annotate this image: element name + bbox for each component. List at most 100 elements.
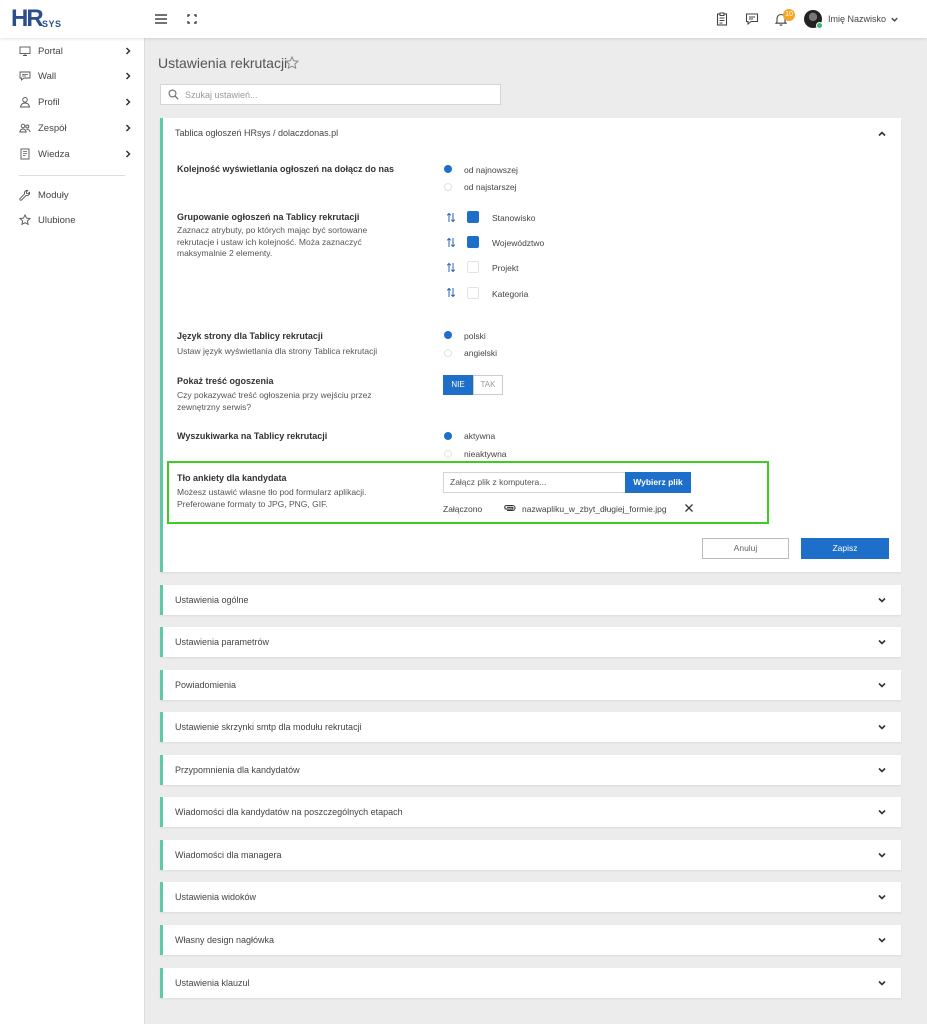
save-button[interactable]: Zapisz	[801, 538, 889, 559]
search-engine-radio-inactive[interactable]	[444, 450, 452, 458]
clipboard-icon[interactable]	[714, 11, 730, 27]
sidebar-item-zespol[interactable]: Zespół	[0, 117, 145, 139]
order-radio-newest[interactable]	[444, 165, 452, 173]
team-icon	[19, 122, 31, 134]
sidebar-item-profil[interactable]: Profil	[0, 91, 145, 113]
section-wiadomosci-kandydaci[interactable]: Wiadomości dla kandydatów na poszczególn…	[160, 797, 901, 827]
grouping-option-label: Kategoria	[492, 289, 529, 299]
sidebar-item-label: Wiedza	[38, 148, 70, 160]
sidebar-item-label: Moduły	[38, 189, 69, 201]
chevron-right-icon	[125, 124, 131, 132]
chevron-right-icon	[125, 98, 131, 106]
sidebar-item-wiedza[interactable]: Wiedza	[0, 143, 145, 165]
section-powiadomienia[interactable]: Powiadomienia	[160, 670, 901, 700]
grouping-checkbox-wojewodztwo[interactable]	[467, 236, 479, 248]
sidebar-item-ulubione[interactable]: Ulubione	[0, 209, 145, 231]
chevron-down-icon	[878, 937, 886, 943]
desc-line: Zaznacz atrybuty, po których mając być s…	[177, 225, 368, 235]
cancel-button[interactable]: Anuluj	[702, 538, 789, 559]
paperclip-icon	[504, 504, 516, 512]
section-design-naglowka[interactable]: Własny design nagłówka	[160, 925, 901, 955]
language-setting-title: Język strony dla Tablicy rekrutacji	[177, 331, 323, 341]
section-title: Ustawienia parametrów	[175, 637, 270, 647]
book-icon	[19, 148, 31, 160]
sort-arrows-icon[interactable]	[446, 287, 456, 298]
order-option-label: od najstarszej	[464, 182, 517, 192]
section-title: Przypomnienia dla kandydatów	[175, 765, 300, 775]
logo-sub-text: SYS	[42, 19, 62, 29]
sort-arrows-icon[interactable]	[446, 237, 456, 248]
chevron-up-icon[interactable]	[877, 129, 887, 139]
user-name: Imię Nazwisko	[828, 14, 887, 24]
section-ustawienia-ogolne[interactable]: Ustawienia ogólne	[160, 585, 901, 615]
choose-file-button[interactable]: Wybierz plik	[625, 472, 691, 493]
section-ustawienia-widokow[interactable]: Ustawienia widoków	[160, 882, 901, 912]
toggle-yes-button[interactable]: TAK	[473, 375, 503, 395]
messages-icon[interactable]	[744, 11, 760, 27]
monitor-icon	[19, 45, 31, 57]
user-icon	[19, 96, 31, 108]
desc-line: rekrutacje i ustaw ich kolejność. Moża z…	[177, 236, 362, 247]
section-wiadomosci-manager[interactable]: Wiadomości dla managera	[160, 840, 901, 870]
show-content-toggle: NIE TAK	[443, 375, 503, 395]
language-option-label: angielski	[464, 348, 498, 358]
attached-label: Załączono	[443, 504, 483, 514]
sidebar-item-wall[interactable]: Wall	[0, 65, 145, 87]
section-title: Powiadomienia	[175, 680, 237, 690]
order-radio-oldest[interactable]	[444, 183, 452, 191]
sidebar-item-label: Profil	[38, 96, 60, 108]
hamburger-menu-icon[interactable]	[153, 11, 169, 27]
search-engine-option-label: aktywna	[464, 431, 496, 441]
grouping-checkbox-stanowisko[interactable]	[467, 211, 479, 223]
grouping-checkbox-kategoria[interactable]	[467, 287, 479, 299]
section-ustawienia-parametrow[interactable]: Ustawienia parametrów	[160, 627, 901, 657]
hrsys-logo[interactable]: HR SYS	[11, 7, 71, 31]
search-input[interactable]	[185, 89, 485, 100]
search-engine-radio-active[interactable]	[444, 432, 452, 440]
grouping-checkbox-projekt[interactable]	[467, 261, 479, 273]
page-title: Ustawienia rekrutacji	[158, 55, 288, 71]
chat-icon	[19, 70, 31, 82]
chevron-down-icon	[878, 767, 886, 773]
sidebar-item-label: Portal	[38, 45, 63, 57]
chevron-down-icon	[878, 894, 886, 900]
sort-arrows-icon[interactable]	[446, 212, 456, 223]
grouping-option-label: Województwo	[492, 238, 545, 248]
file-upload-field[interactable]: Załącz plik z komputera...	[443, 472, 626, 493]
section-przypomnienia[interactable]: Przypomnienia dla kandydatów	[160, 755, 901, 785]
fullscreen-icon[interactable]	[184, 11, 200, 27]
section-title: Ustawienia klauzul	[175, 978, 250, 988]
grouping-option-label: Projekt	[492, 263, 519, 273]
background-setting-title: Tło ankiety dla kandydata	[177, 473, 287, 483]
order-setting-title: Kolejność wyświetlania ogłoszeń na dołąc…	[177, 164, 395, 174]
chevron-down-icon	[891, 17, 898, 22]
remove-file-icon[interactable]	[684, 503, 694, 513]
user-menu[interactable]: Imię Nazwisko	[804, 10, 899, 29]
section-title: Ustawienie skrzynki smtp dla modułu rekr…	[175, 722, 362, 732]
avatar	[804, 10, 823, 29]
settings-search[interactable]	[160, 84, 501, 105]
section-title: Wiadomości dla managera	[175, 850, 282, 860]
sidebar-divider	[19, 175, 125, 176]
sidebar-item-moduly[interactable]: Moduły	[0, 184, 145, 206]
search-icon	[168, 89, 179, 100]
chevron-down-icon	[878, 724, 886, 730]
language-radio-polski[interactable]	[444, 331, 452, 339]
desc-line: Czy pokazywać treść ogłoszenia przy wejś…	[177, 390, 372, 400]
language-radio-angielski[interactable]	[444, 349, 452, 357]
section-ustawienia-klauzul[interactable]: Ustawienia klauzul	[160, 968, 901, 998]
desc-line: Preferowane formaty to JPG, PNG, GIF.	[177, 498, 328, 509]
language-setting-desc: Ustaw język wyświetlania dla strony Tabl…	[177, 346, 378, 356]
background-setting-desc: Możesz ustawić własne tło pod formularz …	[177, 487, 366, 510]
wrench-icon	[19, 189, 31, 201]
section-title: Własny design nagłówka	[175, 935, 275, 945]
toggle-no-button[interactable]: NIE	[443, 375, 473, 395]
sort-arrows-icon[interactable]	[446, 262, 456, 273]
chevron-down-icon	[878, 639, 886, 645]
section-skrzynka-smtp[interactable]: Ustawienie skrzynki smtp dla modułu rekr…	[160, 712, 901, 742]
favorite-star-icon[interactable]	[284, 55, 300, 70]
panel-title[interactable]: Tablica ogłoszeń HRsys / dolaczdonas.pl	[175, 118, 338, 148]
attached-file-name[interactable]: nazwapliku_w_zbyt_długiej_formie.jpg	[522, 504, 667, 514]
sidebar-item-portal[interactable]: Portal	[0, 40, 145, 62]
grouping-option-label: Stanowisko	[492, 213, 536, 223]
